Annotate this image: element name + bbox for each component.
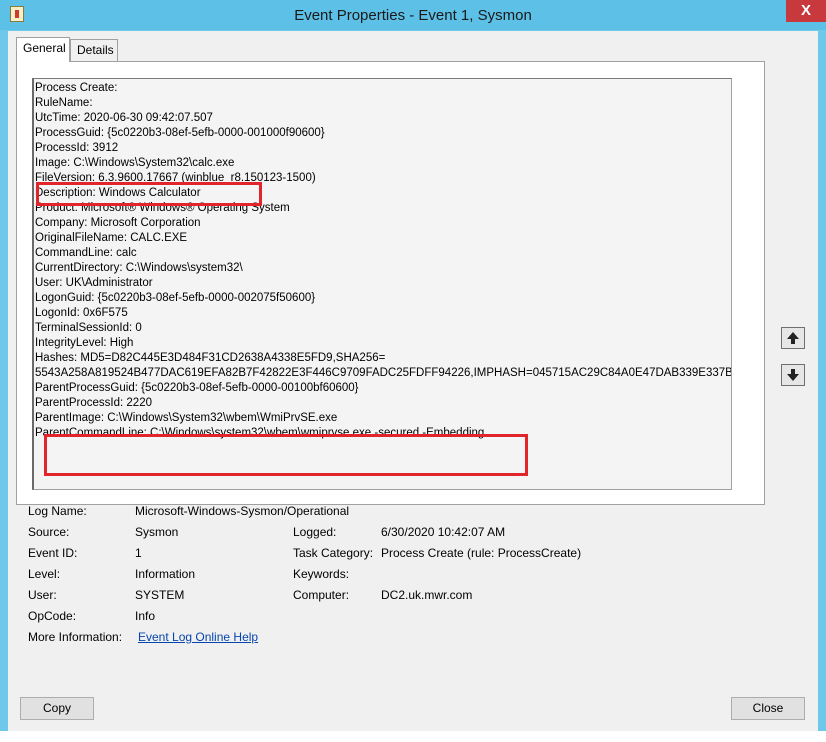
dialog-body: General Details Process Create: RuleName… bbox=[8, 31, 818, 731]
event-log-online-help-link[interactable]: Event Log Online Help bbox=[138, 630, 258, 644]
logged-label: Logged: bbox=[293, 525, 337, 539]
event-id-value: 1 bbox=[135, 546, 142, 560]
event-properties-window: Event Properties - Event 1, Sysmon X Gen… bbox=[0, 0, 826, 742]
message-line: LogonId: 0x6F575 bbox=[35, 307, 128, 319]
source-label: Source: bbox=[28, 525, 70, 539]
message-line: ProcessId: 3912 bbox=[35, 142, 119, 154]
title-bar[interactable]: Event Properties - Event 1, Sysmon X bbox=[0, 0, 826, 30]
close-button[interactable]: Close bbox=[731, 697, 805, 720]
message-line: LogonGuid: {5c0220b3-08ef-5efb-0000-0020… bbox=[35, 292, 316, 304]
log-name-value: Microsoft-Windows-Sysmon/Operational bbox=[135, 504, 350, 518]
arrow-up-icon bbox=[787, 332, 799, 344]
message-line: OriginalFileName: CALC.EXE bbox=[35, 232, 188, 244]
task-category-label: Task Category: bbox=[293, 546, 374, 560]
message-line: CurrentDirectory: C:\Windows\system32\ bbox=[35, 262, 243, 274]
tab-details[interactable]: Details bbox=[70, 39, 118, 61]
event-description-textbox[interactable]: Process Create: RuleName: UtcTime: 2020-… bbox=[32, 78, 732, 490]
message-line: IntegrityLevel: High bbox=[35, 337, 134, 349]
message-line: 5543A258A819524B477DAC619EFA82B7F42822E3… bbox=[35, 367, 732, 379]
message-line: ParentImage: C:\Windows\System32\wbem\Wm… bbox=[35, 412, 338, 424]
message-line: Product: Microsoft® Windows® Operating S… bbox=[35, 202, 290, 214]
opcode-value: Info bbox=[135, 609, 156, 623]
log-name-label: Log Name: bbox=[28, 504, 87, 518]
logged-value: 6/30/2020 10:42:07 AM bbox=[381, 525, 506, 539]
tab-general[interactable]: General bbox=[16, 37, 70, 62]
opcode-label: OpCode: bbox=[28, 609, 77, 623]
more-information-label: More Information: bbox=[28, 630, 123, 644]
event-id-label: Event ID: bbox=[28, 546, 78, 560]
user-label: User: bbox=[28, 588, 57, 602]
message-line: TerminalSessionId: 0 bbox=[35, 322, 142, 334]
bottom-edge bbox=[0, 731, 826, 742]
message-line: RuleName: bbox=[35, 97, 93, 109]
message-line: FileVersion: 6.3.9600.17667 (winblue_r8.… bbox=[35, 172, 316, 184]
task-category-value: Process Create (rule: ProcessCreate) bbox=[381, 546, 582, 560]
source-value: Sysmon bbox=[135, 525, 179, 539]
level-label: Level: bbox=[28, 567, 61, 581]
message-line: Hashes: MD5=D82C445E3D484F31CD2638A4338E… bbox=[35, 352, 386, 364]
previous-event-button[interactable] bbox=[781, 327, 805, 349]
computer-label: Computer: bbox=[293, 588, 350, 602]
arrow-down-icon bbox=[787, 369, 799, 381]
message-line: Process Create: bbox=[35, 82, 118, 94]
window-close-button[interactable]: X bbox=[786, 0, 826, 22]
message-line: Image: C:\Windows\System32\calc.exe bbox=[35, 157, 235, 169]
message-line: Description: Windows Calculator bbox=[35, 187, 201, 199]
message-line: UtcTime: 2020-06-30 09:42:07.507 bbox=[35, 112, 213, 124]
level-value: Information bbox=[135, 567, 196, 581]
message-line: ParentProcessGuid: {5c0220b3-08ef-5efb-0… bbox=[35, 382, 359, 394]
message-line: ParentCommandLine: C:\Windows\system32\w… bbox=[35, 427, 485, 439]
window-title: Event Properties - Event 1, Sysmon bbox=[294, 7, 532, 24]
copy-button[interactable]: Copy bbox=[20, 697, 94, 720]
message-line: ParentProcessId: 2220 bbox=[35, 397, 152, 409]
next-event-button[interactable] bbox=[781, 364, 805, 386]
general-tab-page: Process Create: RuleName: UtcTime: 2020-… bbox=[16, 61, 765, 505]
message-line: User: UK\Administrator bbox=[35, 277, 153, 289]
message-line: ProcessGuid: {5c0220b3-08ef-5efb-0000-00… bbox=[35, 127, 325, 139]
message-line: CommandLine: calc bbox=[35, 247, 137, 259]
computer-value: DC2.uk.mwr.com bbox=[381, 588, 473, 602]
user-value: SYSTEM bbox=[135, 588, 185, 602]
message-line: Company: Microsoft Corporation bbox=[35, 217, 201, 229]
keywords-label: Keywords: bbox=[293, 567, 350, 581]
